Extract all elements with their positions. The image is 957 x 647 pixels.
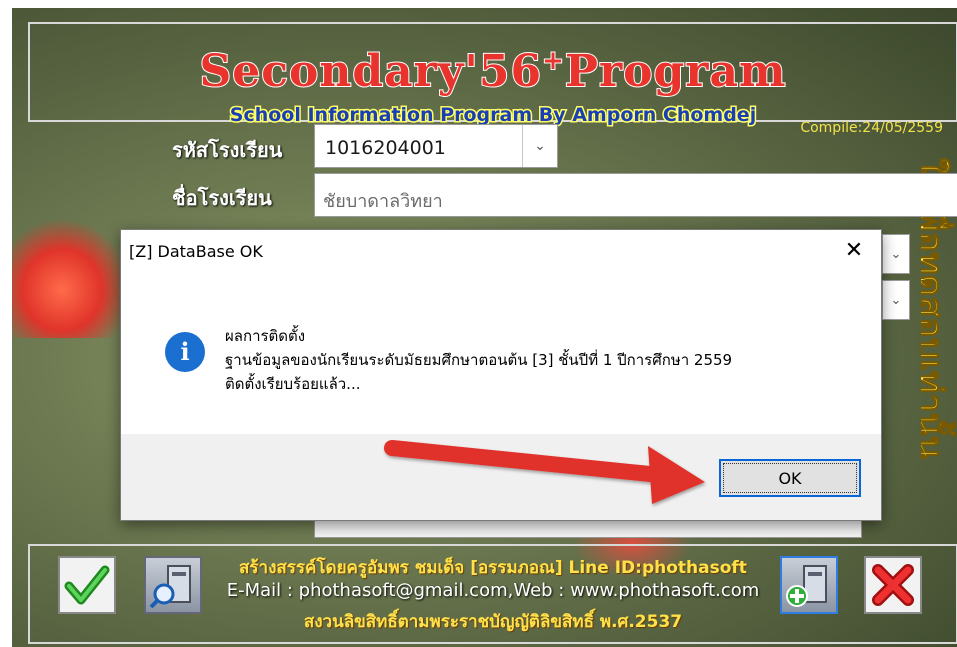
info-icon: i [165,332,205,372]
school-code-label: รหัสโรงเรียน [172,138,283,162]
ok-button[interactable]: OK [719,459,861,497]
school-name-label: ชื่อโรงเรียน [172,186,272,210]
exit-button[interactable] [864,556,922,614]
school-name-value: ชัยบาดาลวิทยา [323,191,443,212]
dialog-title: [Z] DataBase OK [129,242,263,261]
header-panel: Secondary'56+Program School Information … [28,22,957,128]
chevron-down-icon[interactable]: ⌄ [882,234,910,274]
compile-date: Compile:24/05/2559 [800,120,943,136]
app-title: Secondary'56+Program [198,45,787,98]
message-heading: ผลการติดตั้ง [225,327,306,345]
focus-ring [723,463,857,493]
close-icon[interactable]: ✕ [839,236,869,266]
database-search-icon [149,565,191,609]
lotus-decoration [12,218,132,338]
message-detail: ฐานข้อมูลของนักเรียนระดับมัธยมศึกษาตอนต้… [225,351,733,369]
close-x-icon [872,564,914,606]
checkmark-icon [64,565,110,605]
school-code-value: 1016204001 [325,137,446,159]
chevron-down-icon[interactable]: ⌄ [882,280,910,320]
confirm-button[interactable] [58,556,116,614]
database-add-icon [786,565,827,607]
school-name-field[interactable]: ชัยบาดาลวิทยา [314,173,957,217]
database-ok-dialog: [Z] DataBase OK ✕ i ผลการติดตั้ง ฐานข้อม… [120,229,882,521]
search-database-button[interactable] [144,556,202,614]
message-status: ติดตั้งเรียบร้อยแล้ว... [225,375,361,393]
add-database-button[interactable] [780,556,838,614]
school-code-select[interactable]: 1016204001 ⌄ [314,124,558,168]
chevron-down-icon[interactable]: ⌄ [522,125,557,167]
